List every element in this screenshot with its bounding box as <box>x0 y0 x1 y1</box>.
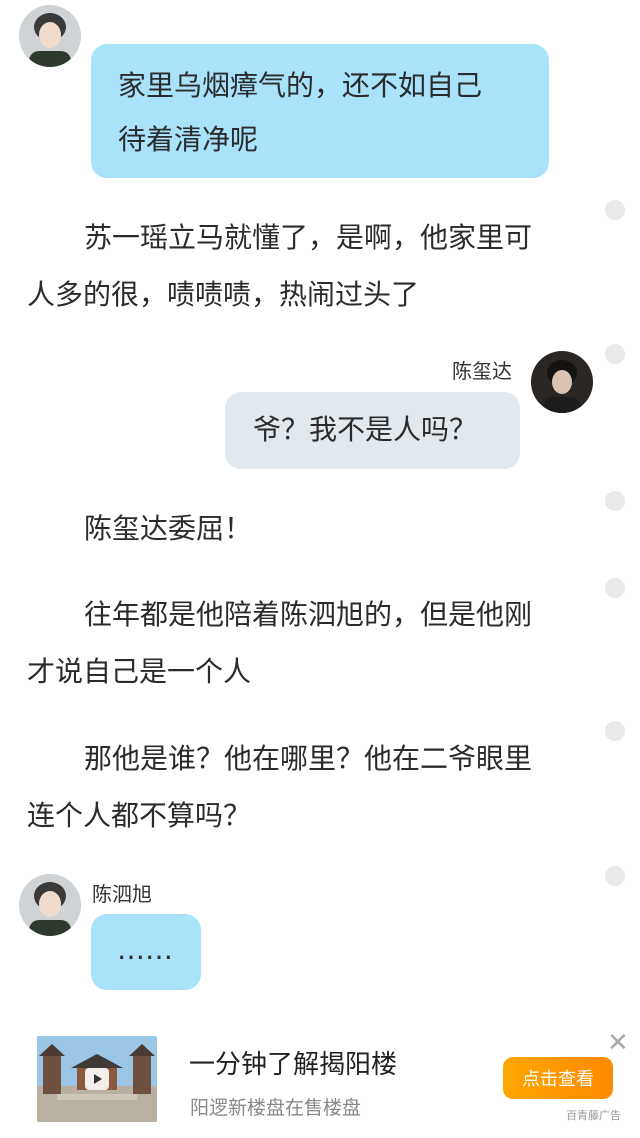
avatar-image <box>531 351 593 413</box>
narrative-paragraph-4-line-1: 那他是谁？他在哪里？他在二爷眼里 <box>84 742 533 775</box>
ad-source-tag: 百青藤广告 <box>566 1109 621 1122</box>
paragraph-comment-dot[interactable] <box>605 344 625 364</box>
avatar-chen-xida[interactable] <box>531 351 593 413</box>
chat-bubble-3: …… <box>91 914 201 990</box>
chat-bubble-2: 爷？我不是人吗？ <box>225 392 520 469</box>
ad-title[interactable]: 一分钟了解揭阳楼 <box>189 1044 397 1081</box>
avatar-image <box>19 874 81 936</box>
video-play-icon[interactable] <box>85 1068 109 1090</box>
bubble-line-2: 待着清净呢 <box>118 123 259 156</box>
avatar-chen-sixu-top[interactable] <box>19 5 81 67</box>
avatar-image <box>19 5 81 67</box>
paragraph-comment-dot[interactable] <box>605 578 625 598</box>
narrative-paragraph-3-line-2: 才说自己是一个人 <box>27 655 252 688</box>
narrative-paragraph-1-line-1: 苏一瑶立马就懂了，是啊，他家里可 <box>84 221 533 254</box>
speaker-name-chen-sixu: 陈泗旭 <box>92 882 152 906</box>
bubble-text: 爷？我不是人吗？ <box>253 413 478 446</box>
narrative-paragraph-4-line-2: 连个人都不算吗？ <box>27 799 252 832</box>
paragraph-comment-dot[interactable] <box>605 200 625 220</box>
ad-view-button[interactable]: 点击查看 <box>503 1057 613 1099</box>
paragraph-comment-dot[interactable] <box>605 721 625 741</box>
speaker-name-chen-xida: 陈玺达 <box>452 359 512 383</box>
ad-close-icon[interactable]: ✕ <box>607 1030 629 1056</box>
bubble-text: …… <box>117 933 173 966</box>
narrative-paragraph-3-line-1: 往年都是他陪着陈泗旭的，但是他刚 <box>84 598 533 631</box>
paragraph-comment-dot[interactable] <box>605 491 625 511</box>
paragraph-comment-dot[interactable] <box>605 866 625 886</box>
ad-banner[interactable]: 一分钟了解揭阳楼 阳逻新楼盘在售楼盘 点击查看 ✕ 百青藤广告 <box>0 1020 640 1138</box>
chat-bubble-1: 家里乌烟瘴气的，还不如自己 待着清净呢 <box>91 44 549 178</box>
narrative-paragraph-2-line-1: 陈玺达委屈！ <box>84 512 253 545</box>
ad-subtitle: 阳逻新楼盘在售楼盘 <box>190 1097 362 1119</box>
avatar-chen-sixu[interactable] <box>19 874 81 936</box>
ad-thumbnail[interactable] <box>37 1036 157 1122</box>
bubble-line-1: 家里乌烟瘴气的，还不如自己 <box>118 69 483 102</box>
narrative-paragraph-1-line-2: 人多的很，啧啧啧，热闹过头了 <box>27 278 420 311</box>
